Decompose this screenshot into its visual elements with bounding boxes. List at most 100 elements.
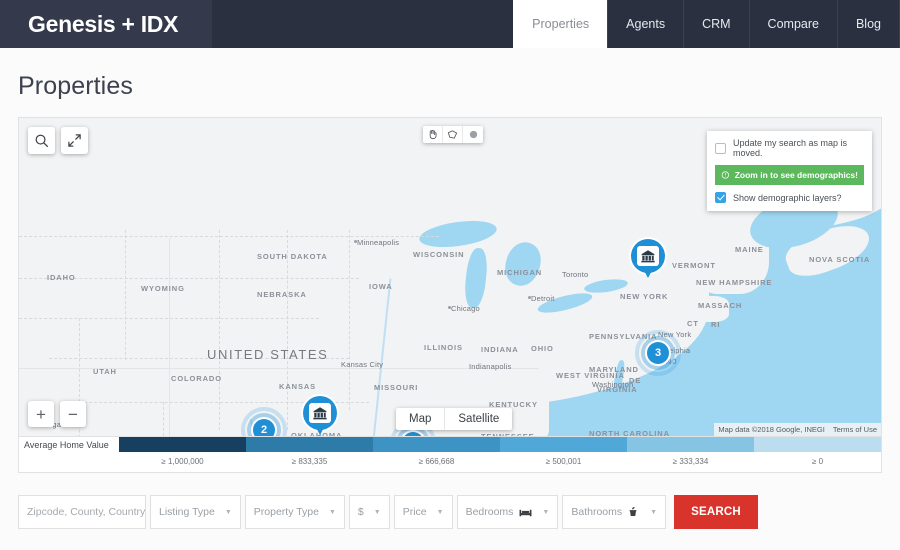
price-label: Price (402, 506, 427, 518)
demographics-panel: Update my search as map is moved. Zoom i… (707, 131, 872, 211)
cluster-marker-philadelphia[interactable]: 3 (635, 330, 681, 376)
map-top-left-controls (28, 127, 88, 154)
map-label: Detroit (531, 294, 555, 303)
map-label: NOVA SCOTIA (809, 255, 871, 264)
bathrooms-label: Bathrooms (571, 506, 623, 518)
map-label: Kansas City (341, 360, 384, 369)
bedrooms-select[interactable]: Bedrooms ▼ (456, 495, 559, 529)
nav-item-crm[interactable]: CRM (683, 0, 748, 48)
map-label: NEW YORK (620, 292, 669, 301)
bathrooms-select[interactable]: Bathrooms ▼ (562, 495, 667, 529)
cluster-count: 3 (647, 342, 669, 364)
map-search-button[interactable] (28, 127, 55, 154)
map-label: VERMONT (672, 261, 716, 270)
property-pin-great-lakes[interactable] (631, 239, 665, 283)
search-icon (35, 134, 49, 148)
map-label: IOWA (369, 282, 393, 291)
legend-color-bar (119, 437, 881, 452)
pin-tail (313, 422, 327, 435)
map-label: NEBRASKA (257, 290, 307, 299)
map-label: CT (687, 319, 699, 328)
nav-item-properties[interactable]: Properties (513, 0, 608, 48)
map-container[interactable]: IDAHO WYOMING SOUTH DAKOTA WISCONSIN MICHIGA… (18, 117, 882, 437)
update-search-checkbox[interactable] (715, 142, 726, 154)
legend-labels-row: ≥ 1,000,000 ≥ 833,335 ≥ 666,668 ≥ 500,001 ≥ … (19, 452, 881, 472)
map-zoom-controls: + − (28, 401, 86, 427)
legend-label-cells: ≥ 1,000,000 ≥ 833,335 ≥ 666,668 ≥ 500,001 ≥ … (119, 452, 881, 472)
top-navigation-bar: Genesis + IDX Properties Agents CRM Comp… (0, 0, 900, 48)
map-label: MISSOURI (374, 383, 419, 392)
map-label: INDIANA (481, 345, 519, 354)
brand-block[interactable]: Genesis + IDX (0, 0, 212, 48)
map-label: WISCONSIN (413, 250, 465, 259)
cluster-marker-west-texas[interactable]: 2 (241, 407, 287, 436)
legend-label: ≥ 1,000,000 (161, 457, 204, 466)
search-button[interactable]: SEARCH (674, 495, 758, 529)
property-pin-oklahoma[interactable] (303, 396, 337, 436)
map-fullscreen-button[interactable] (61, 127, 88, 154)
polygon-tool-button[interactable] (443, 126, 463, 143)
map-label: MASSACH (698, 301, 743, 310)
page-title: Properties (18, 72, 133, 100)
map-label: MARYLAND (589, 365, 639, 374)
circle-tool-button[interactable] (463, 126, 483, 143)
fullscreen-icon (68, 134, 81, 147)
legend-label-pad (19, 452, 119, 472)
map-label: United States (207, 347, 329, 362)
map-label: ILLINOIS (424, 343, 463, 352)
update-search-label: Update my search as map is moved. (733, 138, 848, 158)
property-type-select[interactable]: Property Type ▼ (244, 495, 345, 529)
show-demographic-layers-checkbox[interactable] (715, 192, 726, 203)
legend-swatch (754, 437, 881, 452)
location-search-input[interactable]: Zipcode, County, Country (18, 495, 146, 529)
chevron-down-icon: ▼ (328, 508, 336, 516)
building-icon (637, 246, 659, 266)
bed-icon (519, 507, 532, 518)
highway (169, 238, 170, 436)
show-layers-label: Show demographic layers? (733, 192, 842, 203)
legend-label: ≥ 0 (811, 457, 824, 466)
map-label: Toronto (562, 270, 589, 279)
state-border (125, 230, 126, 360)
currency-select[interactable]: $ ▼ (348, 495, 390, 529)
map-attribution-data: Map data ©2018 Google, INEGI (718, 425, 825, 434)
nav-item-agents[interactable]: Agents (607, 0, 683, 48)
cluster-count: 2 (253, 419, 275, 436)
legend-label: ≥ 666,668 (418, 457, 455, 466)
legend-swatch (246, 437, 373, 452)
map-drawing-tools (423, 126, 483, 143)
pan-hand-tool-button[interactable] (423, 126, 443, 143)
shower-icon (628, 506, 640, 518)
map-label: Indianapolis (469, 362, 512, 371)
legend-swatch (627, 437, 754, 452)
show-layers-row[interactable]: Show demographic layers? (715, 192, 864, 203)
zoom-out-button[interactable]: − (60, 401, 86, 427)
map-type-satellite-button[interactable]: Satellite (444, 408, 512, 430)
listing-type-select[interactable]: Listing Type ▼ (150, 495, 241, 529)
map-label: WYOMING (141, 284, 185, 293)
nav-item-compare[interactable]: Compare (748, 0, 837, 48)
state-border (349, 230, 350, 410)
legend-swatch (373, 437, 500, 452)
map-label: NORTH CAROLINA (589, 429, 670, 437)
map-label: NEW HAMPSHIRE (696, 278, 773, 287)
legend-label: ≥ 500,001 (545, 457, 582, 466)
map-label: OHIO (531, 344, 554, 353)
map-label: Minneapolis (357, 238, 400, 247)
map-terms-of-use-link[interactable]: Terms of Use (833, 425, 877, 434)
price-select[interactable]: Price ▼ (393, 495, 453, 529)
zoom-in-button[interactable]: + (28, 401, 54, 427)
map-type-map-button[interactable]: Map (396, 408, 444, 430)
chevron-down-icon: ▼ (542, 508, 550, 516)
map-label: Washington (592, 380, 634, 389)
nav-item-blog[interactable]: Blog (836, 0, 900, 48)
map-label: Chicago (451, 304, 480, 313)
brand-logo: Genesis + IDX (28, 10, 179, 37)
legend-title: Average Home Value (19, 437, 119, 452)
legend-label: ≥ 333,334 (672, 457, 709, 466)
property-type-label: Property Type (253, 506, 319, 518)
location-search-placeholder: Zipcode, County, Country (27, 506, 146, 518)
update-search-row[interactable]: Update my search as map is moved. (715, 138, 864, 158)
cluster-marker-arkansas[interactable]: 2 (390, 420, 436, 436)
